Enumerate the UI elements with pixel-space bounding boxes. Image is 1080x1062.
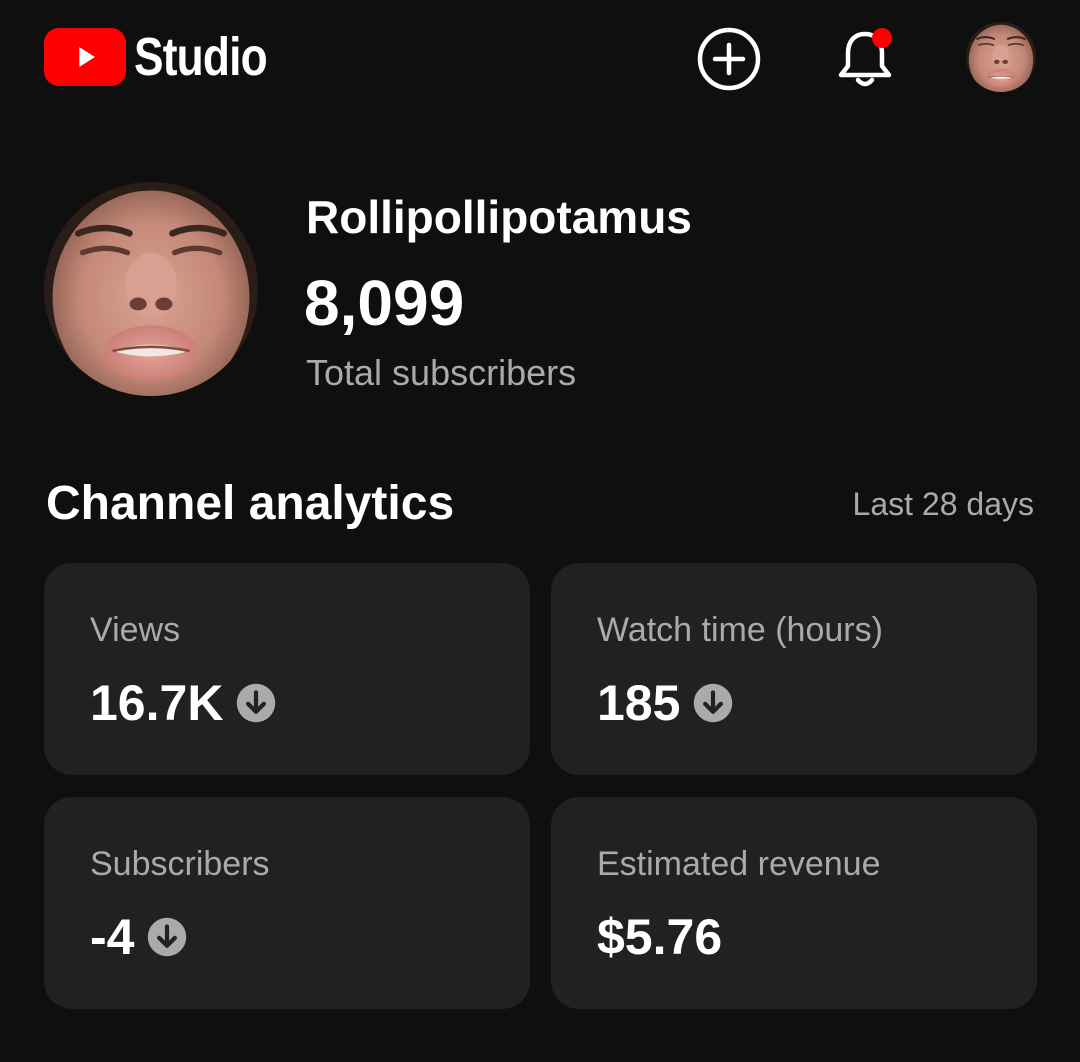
subscriber-count: 8,099 — [304, 267, 465, 339]
views-card[interactable]: Views 16.7K — [44, 563, 530, 775]
channel-avatar[interactable] — [44, 182, 258, 396]
watch-time-card[interactable]: Watch time (hours) 185 — [551, 563, 1037, 775]
account-avatar[interactable] — [966, 22, 1036, 92]
youtube-play-icon — [44, 28, 126, 86]
channel-name: Rollipollipotamus — [306, 191, 692, 243]
card-label: Estimated revenue — [597, 845, 881, 883]
card-label: Watch time (hours) — [597, 611, 883, 649]
trend-down-icon — [146, 916, 188, 958]
create-icon — [697, 27, 761, 91]
subscriber-label: Total subscribers — [306, 352, 577, 393]
card-value: 16.7K — [90, 675, 224, 731]
revenue-card[interactable]: Estimated revenue $5.76 — [551, 797, 1037, 1009]
card-value: -4 — [90, 909, 135, 965]
logo-text: Studio — [134, 27, 268, 87]
subscribers-card[interactable]: Subscribers -4 — [44, 797, 530, 1009]
analytics-title: Channel analytics — [46, 477, 455, 530]
studio-logo[interactable]: Studio — [44, 26, 296, 88]
card-value: 185 — [597, 675, 681, 731]
card-label: Views — [90, 611, 181, 649]
card-label: Subscribers — [90, 845, 270, 883]
notification-dot — [872, 28, 892, 48]
top-app-bar: Studio — [0, 0, 1080, 120]
card-value: $5.76 — [597, 909, 723, 965]
create-button[interactable] — [696, 26, 762, 92]
trend-down-icon — [235, 682, 277, 724]
analytics-period: Last 28 days — [852, 486, 1034, 522]
trend-down-icon — [692, 682, 734, 724]
notifications-button[interactable] — [830, 24, 900, 94]
